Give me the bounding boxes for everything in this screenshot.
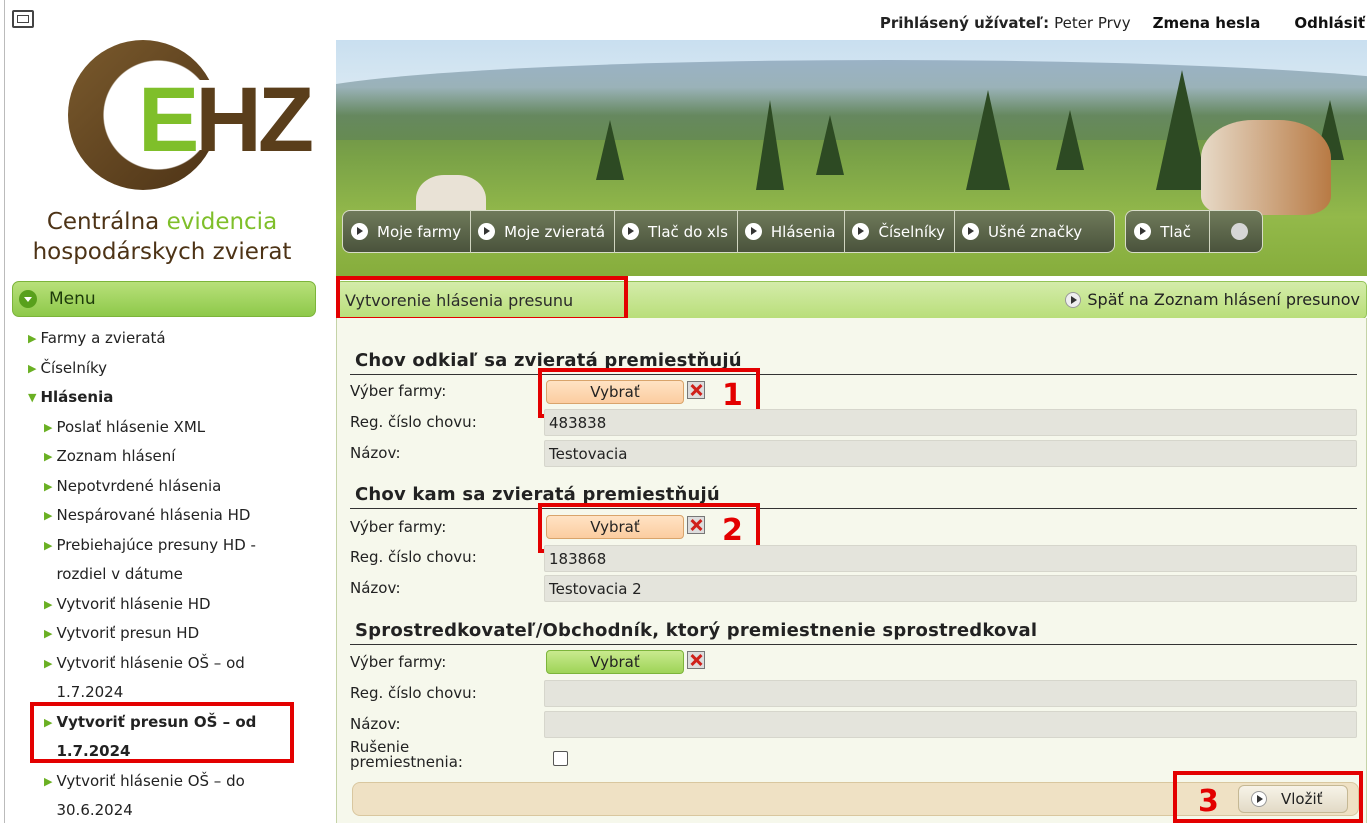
reg-number-label: Reg. číslo chovu: [350,413,477,431]
farm-select-label: Výber farmy: [350,382,447,400]
sidebar-subitem[interactable]: ▶ Vytvoriť hlásenie HD [28,590,318,620]
triangle-right-icon: ▶ [44,479,53,493]
main-nav: Moje farmy Moje zvieratá Tlač do xls Hlá… [342,210,1263,253]
cow-image [1201,120,1331,215]
triangle-right-icon: ▶ [44,656,53,670]
triangle-right-icon: ▶ [44,538,53,552]
play-icon [962,223,980,240]
name-from-field: Testovacia [544,440,1357,467]
triangle-right-icon: ▶ [44,509,53,522]
section-title-intermediary: Sprostredkovateľ/Obchodník, ktorý premie… [355,620,1038,641]
reg-number-to-field: 183868 [544,545,1357,572]
name-intermediary-field [544,711,1357,738]
menu-title: Menu [49,289,96,309]
divider [350,644,1357,645]
reg-number-from-field: 483838 [544,409,1357,436]
triangle-right-icon: ▶ [44,627,53,640]
sidebar-subitem[interactable]: ▶ Vytvoriť presun HD [28,619,318,649]
nav-moje-farmy[interactable]: Moje farmy [351,210,472,253]
nav-help[interactable] [1217,210,1254,253]
name-label: Názov: [350,715,401,733]
sidebar-item-farmy[interactable]: ▶ Farmy a zvieratá [28,324,318,354]
divider [350,374,1357,375]
play-icon [351,223,368,240]
select-farm-intermediary-button[interactable]: Vybrať [546,650,684,674]
highlight-page-title [336,276,628,321]
fullscreen-icon[interactable] [12,10,34,28]
logo-text: EHZ [138,69,314,171]
triangle-right-icon: ▶ [44,597,53,611]
help-icon [1230,223,1248,240]
cehz-logo: EHZ [68,40,314,190]
logout-link[interactable]: Odhlásiť [1294,14,1365,32]
triangle-right-icon: ▶ [44,450,53,463]
app-subtitle: Centrálna evidencia hospodárskych zviera… [32,209,292,265]
sidebar-subitem[interactable]: ▶ Zoznam hlásení [28,442,318,472]
play-icon [744,223,762,240]
left-border [4,0,5,823]
name-label: Názov: [350,579,401,597]
nav-tlac-xls[interactable]: Tlač do xls [622,210,738,253]
triangle-right-icon: ▶ [28,361,37,375]
play-icon [852,223,870,240]
nav-ciselniky[interactable]: Číselníky [852,210,956,253]
name-label: Názov: [350,444,401,462]
sidebar-item-hlasenia[interactable]: ▼ Hlásenia [28,383,318,413]
sidebar-subitem[interactable]: ▶ Nepotvrdené hlásenia [28,472,318,502]
triangle-right-icon: ▶ [44,774,53,788]
user-label: Prihlásený užívateľ: [879,14,1050,32]
triangle-right-icon: ▶ [44,420,53,434]
name-to-field: Testovacia 2 [544,575,1357,602]
nav-usne-znacky[interactable]: Ušné značky [962,210,1106,253]
sidebar-item-ciselniky[interactable]: ▶ Číselníky [28,354,318,384]
nav-moje-zvierata[interactable]: Moje zvieratá [478,210,616,253]
cancel-move-checkbox[interactable] [553,751,568,766]
menu-header[interactable]: Menu [12,281,316,317]
sidebar-subitem[interactable]: ▶ Prebiehajúce presuny HD - rozdiel v dátu… [28,531,318,590]
reg-number-label: Reg. číslo chovu: [350,684,477,702]
play-icon [478,223,496,240]
clear-icon[interactable] [687,651,705,669]
divider [350,508,1357,509]
section-title-to: Chov kam sa zvieratá premiestňujú [355,484,720,505]
back-to-list-link[interactable]: Späť na Zoznam hlásení presunov [1065,290,1360,309]
farm-select-label: Výber farmy: [350,518,447,536]
triangle-right-icon: ▶ [28,332,37,345]
sidebar-subitem[interactable]: ▶ Nespárované hlásenia HD [28,501,318,531]
nav-tlac[interactable]: Tlač [1134,210,1210,253]
sidebar-subitem[interactable]: ▶ Poslať hlásenie XML [28,413,318,443]
user-name: Peter Prvy [1054,14,1131,32]
sidebar-subitem[interactable]: ▶ Vytvoriť hlásenie OŠ – od 1.7.2024 [28,649,318,708]
highlight-active-menu [30,702,294,763]
change-password-link[interactable]: Zmena hesla [1153,14,1261,32]
reg-number-intermediary-field [544,680,1357,707]
chevron-down-icon [19,290,37,308]
play-icon [622,223,640,240]
sidebar-subitem[interactable]: ▶ Vytvoriť hlásenie OŠ – do 30.6.2024 [28,767,318,823]
farm-select-label: Výber farmy: [350,653,447,671]
user-bar: Prihlásený užívateľ: Peter Prvy Zmena he… [880,14,1365,32]
cancel-move-label: Rušenie premiestnenia: [350,738,463,771]
highlight-insert [1173,771,1363,823]
play-icon [1065,291,1082,308]
nav-hlasenia[interactable]: Hlásenia [744,210,846,253]
reg-number-label: Reg. číslo chovu: [350,548,477,566]
triangle-down-icon: ▼ [28,391,37,404]
header-banner: Moje farmy Moje zvieratá Tlač do xls Hlá… [336,40,1367,276]
play-icon [1134,223,1152,240]
